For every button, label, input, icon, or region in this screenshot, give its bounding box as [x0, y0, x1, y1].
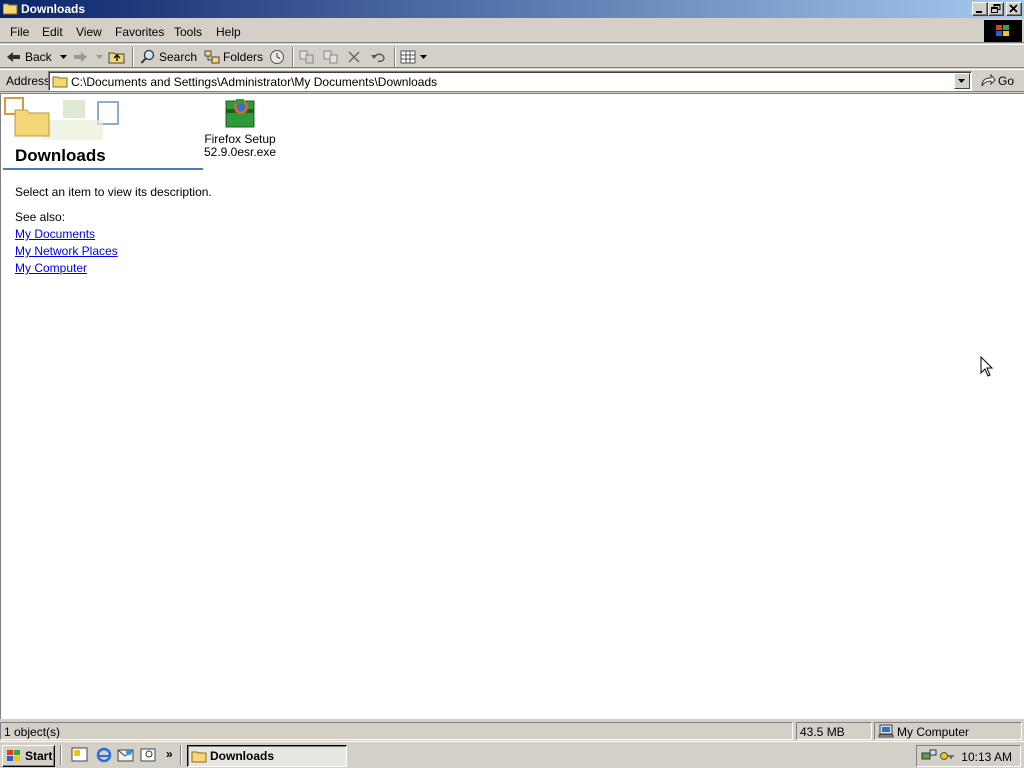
- status-bar: 1 object(s) 43.5 MB My Computer: [0, 720, 1024, 740]
- address-label: Address: [6, 74, 51, 88]
- link-my-network-places[interactable]: My Network Places: [15, 244, 118, 258]
- back-arrow-icon: [7, 52, 20, 62]
- restore-button[interactable]: [988, 2, 1004, 16]
- go-arrow-icon: [981, 74, 996, 87]
- go-label: Go: [998, 74, 1015, 88]
- minimize-button[interactable]: [972, 2, 988, 16]
- windows-logo-icon: [984, 20, 1022, 42]
- menu-bar: File Edit View Favorites Tools Help: [0, 19, 1024, 43]
- folders-icon: [204, 50, 220, 64]
- link-my-documents[interactable]: My Documents: [15, 227, 95, 241]
- quicklaunch-overflow-icon[interactable]: »: [166, 747, 173, 761]
- copy-to-icon: [323, 50, 338, 64]
- undo-icon: [371, 53, 385, 63]
- close-button[interactable]: [1006, 2, 1022, 16]
- close-icon: [1009, 4, 1018, 13]
- see-also-label: See also:: [15, 210, 66, 224]
- explorer-search-icon[interactable]: [140, 747, 158, 763]
- minimize-icon: [976, 11, 982, 13]
- clock: 10:13 AM: [961, 750, 1012, 764]
- network-icon[interactable]: [921, 748, 939, 764]
- status-zone-label: My Computer: [897, 725, 970, 739]
- webview-banner-icon: [4, 97, 119, 140]
- search-label: Search: [159, 50, 198, 64]
- address-bar: Address C:\Documents and Settings\Admini…: [0, 69, 1024, 92]
- folder-icon: [191, 751, 207, 763]
- forward-button[interactable]: [72, 48, 103, 66]
- file-name-line2: 52.9.0esr.exe: [203, 145, 277, 159]
- delete-button[interactable]: [346, 48, 362, 66]
- menu-view[interactable]: View: [76, 25, 102, 39]
- mouse-pointer-icon: [980, 356, 994, 377]
- file-item-firefox-setup[interactable]: Firefox Setup 52.9.0esr.exe: [201, 97, 279, 159]
- window-title: Downloads: [21, 2, 86, 16]
- undo-button[interactable]: [370, 48, 388, 66]
- dropdown-arrow-icon[interactable]: [96, 54, 103, 60]
- forward-arrow-icon: [74, 52, 87, 62]
- address-dropdown-button[interactable]: [954, 73, 970, 89]
- my-computer-icon: [878, 724, 894, 738]
- key-icon[interactable]: [939, 748, 955, 764]
- show-desktop-icon[interactable]: [71, 747, 89, 763]
- search-icon: [140, 49, 155, 64]
- dropdown-arrow-icon[interactable]: [59, 54, 67, 60]
- dropdown-arrow-icon[interactable]: [420, 54, 427, 60]
- up-button[interactable]: [108, 48, 126, 66]
- start-button[interactable]: Start: [2, 745, 55, 767]
- taskbar-button-downloads[interactable]: Downloads: [187, 745, 347, 767]
- address-input[interactable]: C:\Documents and Settings\Administrator\…: [48, 71, 972, 91]
- status-object-count: 1 object(s): [0, 722, 793, 740]
- address-value[interactable]: C:\Documents and Settings\Administrator\…: [71, 75, 437, 89]
- folders-label: Folders: [223, 50, 264, 64]
- menu-file[interactable]: File: [10, 25, 29, 39]
- go-button[interactable]: Go: [980, 72, 1014, 90]
- status-size: 43.5 MB: [796, 722, 872, 740]
- description-text: Select an item to view its description.: [15, 185, 212, 199]
- folder-title: Downloads: [15, 146, 106, 165]
- menu-favorites[interactable]: Favorites: [115, 25, 164, 39]
- start-label: Start: [25, 749, 53, 763]
- folder-icon: [52, 76, 68, 88]
- move-to-icon: [299, 50, 314, 64]
- back-label: Back: [25, 50, 52, 64]
- chevron-down-icon: [958, 79, 965, 83]
- taskbar: Start » Downloads 10:13 AM: [0, 741, 1024, 768]
- internet-explorer-icon[interactable]: [95, 747, 113, 763]
- file-name: Firefox Setup 52.9.0esr.exe: [201, 133, 279, 159]
- copy-to-button[interactable]: [322, 48, 340, 66]
- restore-icon: [991, 4, 1001, 13]
- history-button[interactable]: [268, 48, 286, 66]
- outlook-express-icon[interactable]: [117, 747, 135, 763]
- delete-icon: [348, 51, 360, 63]
- views-button[interactable]: [400, 48, 427, 66]
- folder-icon: [3, 3, 18, 15]
- views-icon: [400, 50, 416, 64]
- taskbar-separator: [180, 745, 182, 765]
- back-button[interactable]: Back: [6, 48, 67, 66]
- status-zone: My Computer: [874, 722, 1022, 740]
- history-icon: [270, 50, 284, 64]
- system-tray: 10:13 AM: [916, 745, 1021, 767]
- toolbar: Back Search Folders: [0, 44, 1024, 68]
- link-my-computer[interactable]: My Computer: [15, 261, 87, 275]
- folders-button[interactable]: Folders: [204, 48, 263, 66]
- title-bar[interactable]: Downloads: [0, 0, 1024, 18]
- menu-tools[interactable]: Tools: [174, 25, 202, 39]
- installer-icon: [225, 99, 255, 128]
- title-underline: [3, 168, 203, 170]
- menu-edit[interactable]: Edit: [42, 25, 63, 39]
- folder-content-area[interactable]: Downloads Select an item to view its des…: [0, 93, 1024, 719]
- taskbar-button-label: Downloads: [210, 749, 275, 763]
- folder-up-icon: [108, 52, 125, 64]
- toolbar-separator: [394, 47, 396, 67]
- taskbar-separator: [60, 745, 62, 765]
- search-button[interactable]: Search: [140, 48, 197, 66]
- toolbar-separator: [292, 47, 294, 67]
- windows-flag-icon: [7, 750, 20, 761]
- menu-help[interactable]: Help: [216, 25, 241, 39]
- move-to-button[interactable]: [298, 48, 316, 66]
- toolbar-separator: [132, 47, 134, 67]
